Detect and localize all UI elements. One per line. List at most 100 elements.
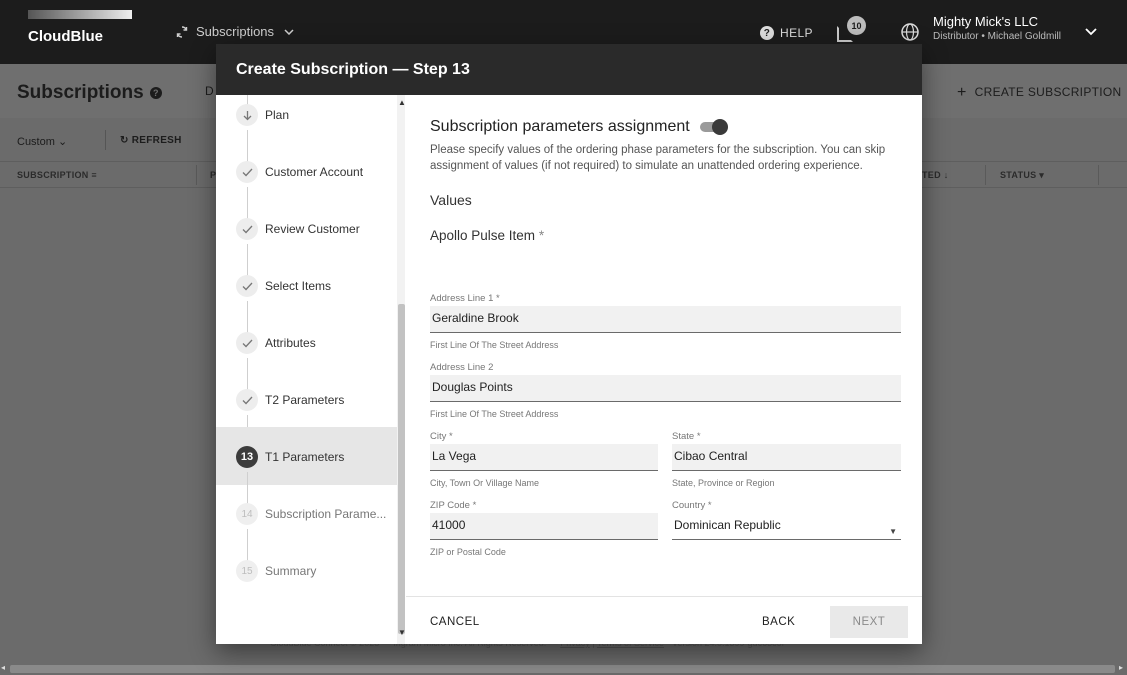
field-hint: ZIP or Postal Code: [430, 547, 506, 557]
refresh-button[interactable]: ↻ REFRESH: [120, 135, 182, 146]
step-label: T2 Parameters: [265, 393, 345, 407]
filter-preset-select[interactable]: Custom ⌄: [17, 135, 67, 148]
column-header-updated[interactable]: TED ↓: [922, 170, 949, 180]
step-subscription-parameters[interactable]: 14 Subscription Parame...: [216, 484, 397, 542]
field-label: ZIP Code *: [430, 500, 477, 511]
scroll-down-icon[interactable]: ▼: [398, 628, 406, 637]
column-divider: [1098, 165, 1099, 185]
toggle-knob: [711, 119, 728, 135]
section-title: Subscription parameters assignment: [430, 118, 900, 136]
step-label: Review Customer: [265, 222, 360, 236]
field-label: Address Line 1 *: [430, 293, 500, 304]
account-subtitle: Distributor • Michael Goldmill: [933, 31, 1061, 42]
step-number-badge: 15: [236, 560, 258, 582]
dropdown-arrow-icon[interactable]: ▼: [889, 527, 897, 536]
step-summary[interactable]: 15 Summary: [216, 541, 397, 599]
toolbar-divider: [105, 130, 106, 150]
check-icon: [236, 161, 258, 183]
address-line-2-field: Address Line 2 Douglas Points First Line…: [430, 362, 901, 419]
back-button[interactable]: BACK: [762, 616, 795, 628]
sync-icon: [176, 25, 188, 38]
chevron-down-icon: [284, 28, 294, 35]
notifications-button[interactable]: 10: [837, 16, 866, 44]
step-label: Select Items: [265, 279, 332, 293]
country-select[interactable]: Dominican Republic: [672, 513, 901, 540]
logo-gradient-bar: [28, 10, 132, 19]
help-icon: ?: [760, 26, 774, 40]
step-customer-account[interactable]: Customer Account: [216, 142, 397, 200]
step-label: Plan: [265, 108, 290, 122]
address-line-2-input[interactable]: Douglas Points: [430, 375, 901, 402]
step-label: Summary: [265, 564, 317, 578]
check-icon: [236, 389, 258, 411]
logo-text: CloudBlue: [28, 28, 103, 45]
step-t1-parameters[interactable]: 13 T1 Parameters: [216, 427, 397, 485]
step-label: Attributes: [265, 336, 316, 350]
step-number-badge: 13: [236, 446, 258, 468]
filter-icon: ≡: [91, 170, 97, 180]
app-switcher[interactable]: Subscriptions: [175, 24, 301, 39]
step-label: Customer Account: [265, 165, 364, 179]
page-tab[interactable]: D: [205, 84, 214, 98]
plus-icon: +: [957, 84, 967, 101]
account-switcher[interactable]: Mighty Mick's LLC Distributor • Michael …: [933, 14, 1061, 42]
check-icon: [236, 332, 258, 354]
city-input[interactable]: La Vega: [430, 444, 658, 471]
step-plan[interactable]: Plan: [216, 95, 397, 143]
horizontal-scrollbar[interactable]: [10, 665, 1115, 673]
chevron-down-icon[interactable]: [1085, 28, 1097, 36]
scroll-left-icon[interactable]: ◂: [1, 663, 5, 672]
field-label: City *: [430, 431, 453, 442]
account-name: Mighty Mick's LLC: [933, 14, 1039, 29]
zip-code-input[interactable]: 41000: [430, 513, 658, 540]
step-content: Subscription parameters assignment Pleas…: [430, 118, 900, 243]
app-switcher-label: Subscriptions: [196, 24, 275, 39]
section-description: Please specify values of the ordering ph…: [430, 144, 886, 172]
state-input[interactable]: Cibao Central: [672, 444, 901, 471]
refresh-icon: ↻: [120, 135, 129, 146]
help-button[interactable]: ? HELP: [760, 26, 813, 40]
create-subscription-button[interactable]: + CREATE SUBSCRIPTION: [957, 84, 1122, 102]
step-review-customer[interactable]: Review Customer: [216, 199, 397, 257]
chevron-down-icon: ⌄: [57, 136, 68, 148]
field-hint: First Line Of The Street Address: [430, 340, 559, 350]
info-icon[interactable]: ?: [149, 87, 162, 99]
dialog-header: Create Subscription — Step 13: [216, 44, 922, 95]
chevron-down-icon: ▾: [1039, 170, 1045, 180]
step-select-items[interactable]: Select Items: [216, 256, 397, 314]
field-label: Address Line 2: [430, 362, 494, 373]
next-button[interactable]: NEXT: [830, 606, 908, 638]
field-hint: City, Town Or Village Name: [430, 478, 540, 488]
step-label: T1 Parameters: [265, 450, 345, 464]
globe-icon[interactable]: [900, 22, 920, 42]
arrow-down-icon: ↓: [943, 170, 949, 180]
column-header-status[interactable]: STATUS ▾: [1000, 170, 1044, 181]
create-subscription-dialog: Create Subscription — Step 13 Plan Custo…: [216, 44, 922, 644]
state-field: State * Cibao Central State, Province or…: [672, 431, 901, 488]
city-field: City * La Vega City, Town Or Village Nam…: [430, 431, 658, 488]
column-divider: [196, 165, 197, 185]
country-field: Country * Dominican Republic ▼: [672, 500, 901, 540]
page-title: Subscriptions?: [17, 82, 162, 104]
stepper-scrollbar-thumb[interactable]: [398, 304, 405, 634]
field-label: Country *: [672, 500, 712, 511]
step-t2-parameters[interactable]: T2 Parameters: [216, 370, 397, 428]
item-heading: Apollo Pulse Item *: [430, 228, 545, 243]
zip-code-field: ZIP Code * 41000 ZIP or Postal Code: [430, 500, 658, 557]
scroll-right-icon[interactable]: ▸: [1119, 663, 1123, 672]
address-line-1-input[interactable]: Geraldine Brook: [430, 306, 901, 333]
check-icon: [236, 218, 258, 240]
field-hint: First Line Of The Street Address: [430, 409, 559, 419]
field-hint: State, Province or Region: [672, 478, 775, 488]
wizard-stepper: Plan Customer Account Review Customer Se…: [216, 95, 406, 644]
assignment-toggle[interactable]: [699, 119, 728, 135]
step-attributes[interactable]: Attributes: [216, 313, 397, 371]
cloudblue-logo[interactable]: CloudBlue: [28, 10, 140, 50]
field-label: State *: [672, 431, 701, 442]
step-label: Subscription Parame...: [265, 507, 387, 521]
column-header-subscription[interactable]: SUBSCRIPTION ≡: [17, 170, 97, 180]
column-divider: [985, 165, 986, 185]
scroll-up-icon[interactable]: ▲: [398, 98, 406, 107]
cancel-button[interactable]: CANCEL: [430, 616, 480, 628]
dialog-title: Create Subscription — Step 13: [236, 61, 470, 78]
